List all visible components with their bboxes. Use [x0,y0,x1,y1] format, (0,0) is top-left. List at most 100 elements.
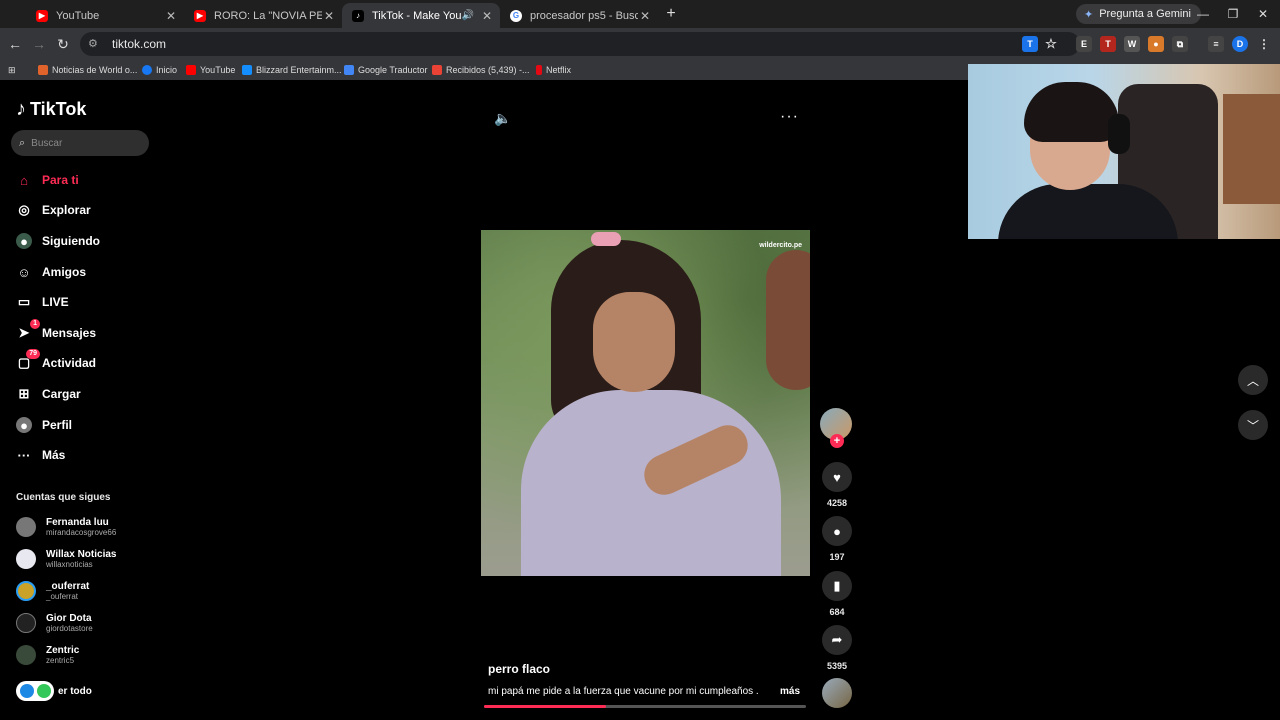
follow-plus-icon[interactable]: + [830,434,844,448]
bookmark-item[interactable]: Google Traductor [344,63,428,77]
netflix-icon [536,65,542,75]
account-item[interactable]: _ouferrat _ouferrat [16,577,89,605]
extension-icon[interactable]: ● [1148,36,1164,52]
close-icon[interactable]: ✕ [322,9,336,23]
nav-explorar[interactable]: ◎ Explorar [16,199,91,221]
account-name: Willax Noticias [46,548,117,560]
bookmark-item[interactable]: YouTube [186,63,235,77]
account-item[interactable]: Gior Dota giordotastore [16,609,93,637]
video-progress-bar[interactable] [484,705,806,708]
back-icon[interactable]: ← [6,35,24,53]
next-video-button[interactable]: ﹀ [1238,410,1268,440]
nav-label: Para ti [42,173,79,187]
tab-title: RORO: La "NOVIA PERFECTA" d [214,9,322,22]
bookmark-label: Blizzard Entertainm... [256,65,342,75]
reload-icon[interactable]: ↻ [54,35,72,53]
nav-label: Amigos [42,265,87,279]
close-icon[interactable]: ✕ [638,9,652,23]
previous-video-button[interactable]: ︿ [1238,365,1268,395]
account-handle: giordotastore [46,623,93,633]
tab-google[interactable]: G procesador ps5 - Buscar con G ✕ [500,3,658,28]
puzzle-icon[interactable]: ⧉ [1172,36,1188,52]
bookmark-item[interactable]: Netflix [536,63,571,77]
account-name: Gior Dota [46,612,92,624]
tab-title: procesador ps5 - Buscar con G [530,9,638,22]
caption-more-button[interactable]: más [780,686,800,697]
extension-icon[interactable]: W [1124,36,1140,52]
close-window-icon[interactable]: ✕ [1248,4,1278,24]
share-count: 5395 [826,661,848,671]
comment-count: 197 [829,552,845,562]
tab-youtube[interactable]: ▶ YouTube ✕ [26,3,184,28]
music-disc-icon[interactable] [822,678,852,708]
tiktok-icon: ♪ [352,9,364,22]
tab-roro[interactable]: ▶ RORO: La "NOVIA PERFECTA" d ✕ [184,3,342,28]
like-button[interactable]: ♥ 4258 [821,462,853,508]
media-icon[interactable]: ≡ [1208,36,1224,52]
following-accounts-title: Cuentas que sigues [16,492,111,503]
friends-icon: ☺ [17,264,31,280]
nav-cargar[interactable]: ⊞ Cargar [16,383,81,405]
account-handle: zentric5 [46,655,75,665]
video-author[interactable]: perro flaco [488,662,550,676]
nav-actividad[interactable]: ▢ 79 Actividad [16,349,96,374]
nav-live[interactable]: ▭ LIVE [16,291,69,313]
account-item[interactable]: Willax Noticias willaxnoticias [16,545,117,573]
tab-title: TikTok - Make Your Day [372,9,462,22]
speaker-icon[interactable]: 🔊 [462,10,474,21]
extension-icon[interactable]: E [1076,36,1092,52]
profile-avatar-icon[interactable]: D [1232,36,1248,52]
tab-tiktok[interactable]: ♪ TikTok - Make Your Day 🔊 ✕ [342,3,500,28]
nav-para-ti[interactable]: ⌂ Para ti [16,169,79,191]
close-icon[interactable]: ✕ [164,9,178,23]
nav-mensajes[interactable]: ➤ 1 Mensajes [16,319,96,344]
forward-icon[interactable]: → [30,35,48,53]
account-item[interactable]: Fernanda luu mirandacosgrove66 [16,513,116,541]
nav-label: Explorar [42,203,91,217]
tiktok-logo[interactable]: ♪ TikTok [16,98,86,121]
bookmark-item[interactable]: Recibidos (5,439) -... [432,63,530,77]
menu-icon[interactable]: ⋮ [1256,36,1272,52]
site-info-icon[interactable]: ⚙ [88,37,102,51]
extension-icon[interactable]: T [1100,36,1116,52]
save-button[interactable]: ▮ 684 [821,571,853,617]
save-count: 684 [829,607,845,617]
nav-siguiendo[interactable]: ● Siguiendo [16,230,100,252]
avatar [16,613,36,633]
search-input[interactable]: ⌕ Buscar [11,130,149,156]
bookmark-item[interactable]: Noticias de World o... [38,63,137,77]
gemini-button[interactable]: ✦ Pregunta a Gemini [1076,4,1201,24]
bookmark-label: Inicio [156,65,178,75]
app-switch-icon [16,681,54,701]
bookmark-item[interactable]: Inicio [142,63,177,77]
nav-amigos[interactable]: ☺ Amigos [16,261,86,283]
translate-icon[interactable]: T [1022,36,1038,52]
messages-icon: ➤ 1 [16,319,40,341]
bookmark-item[interactable]: Blizzard Entertainm... [242,63,342,77]
more-options-icon[interactable]: ··· [780,108,799,126]
restore-icon[interactable]: ❐ [1218,4,1248,24]
apps-icon[interactable]: ⊞ [8,63,16,77]
comment-button[interactable]: ● 197 [821,516,853,562]
close-icon[interactable]: ✕ [480,9,494,23]
avatar [16,549,36,569]
nav-perfil[interactable]: ● Perfil [16,414,72,436]
volume-icon[interactable]: 🔈 [494,110,511,127]
minimize-icon[interactable]: — [1188,4,1218,24]
see-all-link[interactable]: er todo [16,680,92,702]
heart-icon: ♥ [822,462,852,492]
profile-icon: ● [16,417,32,433]
nav-label: Cargar [42,387,81,401]
nav-mas[interactable]: ··· Más [16,444,66,466]
share-button[interactable]: ➦ 5395 [821,625,853,671]
new-tab-button[interactable]: + [662,5,680,23]
star-icon[interactable]: ☆ [1043,36,1059,52]
bookmark-label: YouTube [200,65,236,75]
address-bar[interactable]: ⚙ tiktok.com [80,32,1080,56]
video-player[interactable]: wildercito.pe [481,230,810,576]
account-item[interactable]: Zentric zentric5 [16,641,79,669]
activity-icon: ▢ 79 [16,349,40,371]
like-count: 4258 [826,498,848,508]
google-icon: G [510,9,522,22]
account-name: Zentric [46,644,80,656]
